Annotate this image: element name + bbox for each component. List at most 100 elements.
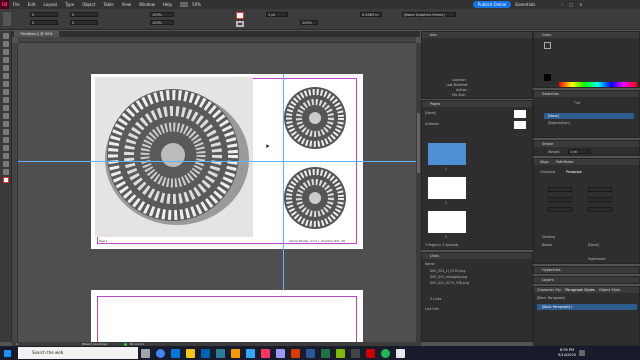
y-field[interactable]: 0 [30, 20, 58, 25]
app-icon[interactable] [336, 348, 345, 358]
rectangle-tool-icon[interactable] [3, 113, 9, 119]
store-icon[interactable] [216, 348, 225, 358]
link-item-3[interactable]: DSC_001_0270_338.png [430, 281, 469, 285]
color-ramp[interactable] [559, 82, 637, 87]
height-field[interactable]: 0 [70, 20, 98, 25]
swatches-panel-title[interactable]: Swatches [534, 91, 639, 97]
notifications-icon[interactable] [578, 350, 585, 356]
basket-photo-large[interactable] [95, 77, 253, 237]
a-master-thumb[interactable] [514, 121, 526, 129]
width-field[interactable]: 0 [70, 12, 98, 17]
none-master[interactable]: [None] [425, 111, 436, 115]
paragraph-tab[interactable]: Paragraph [566, 170, 582, 174]
selection-tool-icon[interactable] [3, 33, 9, 39]
app-icon[interactable] [396, 348, 405, 358]
note-tool-icon[interactable] [3, 145, 9, 151]
type-tool-icon[interactable] [3, 73, 9, 79]
gap-tool-icon[interactable] [3, 57, 9, 63]
space-before-field[interactable] [548, 207, 572, 212]
rotate-field[interactable]: 0.4583 in [360, 12, 382, 17]
powerpoint-icon[interactable] [291, 348, 300, 358]
eyedropper-tool-icon[interactable] [3, 153, 9, 159]
border-label[interactable]: Border [542, 243, 553, 247]
premiere-icon[interactable] [276, 348, 285, 358]
links-panel-title[interactable]: Links [422, 253, 532, 259]
file-explorer-icon[interactable] [186, 348, 195, 358]
align-tab[interactable]: Align [540, 160, 549, 164]
swatch-dropdown[interactable]: [None] [588, 243, 599, 247]
excel-icon[interactable] [321, 348, 330, 358]
object-styles-tab[interactable]: Object Style [599, 288, 620, 292]
spotify-icon[interactable] [381, 348, 390, 358]
illustrator-icon[interactable] [231, 348, 240, 358]
basket-photo-bottom[interactable] [283, 166, 347, 230]
links-name-column[interactable]: Name [425, 262, 434, 266]
hand-tool-icon[interactable] [3, 161, 9, 167]
content-collector-icon[interactable] [3, 65, 9, 71]
pathfinder-tab[interactable]: Pathfinder [556, 160, 574, 164]
last-line-indent-field[interactable] [588, 197, 612, 202]
layers-panel-title[interactable]: Layers [534, 277, 639, 283]
menu-view[interactable]: View [118, 2, 136, 7]
menu-table[interactable]: Table [99, 2, 117, 7]
zoom-level[interactable]: 50% [188, 2, 205, 7]
page-tool-icon[interactable] [3, 49, 9, 55]
indesign-taskbar-icon[interactable] [261, 348, 270, 358]
fill-box-icon[interactable] [544, 42, 551, 49]
basket-photo-top[interactable] [283, 86, 347, 150]
minimize-icon[interactable]: – [561, 2, 563, 7]
page-1-thumb[interactable] [428, 143, 466, 165]
scroll-thumb[interactable] [417, 113, 420, 173]
paragraph-styles-tab[interactable]: Paragraph Styles [565, 288, 595, 292]
menu-layout[interactable]: Layout [39, 2, 61, 7]
link-item-2[interactable]: DSC_001_enlarged.png [430, 275, 467, 279]
shading-label[interactable]: Shading [542, 235, 555, 239]
pen-tool-icon[interactable] [3, 89, 9, 95]
stroke-panel-title[interactable]: Stroke [534, 141, 639, 147]
pencil-tool-icon[interactable] [3, 97, 9, 103]
menu-object[interactable]: Object [78, 2, 99, 7]
direct-selection-tool-icon[interactable] [3, 41, 9, 47]
space-after-field[interactable] [588, 207, 612, 212]
zoom-tool-icon[interactable] [3, 169, 9, 175]
character-styles-tab[interactable]: Character Sty [537, 288, 561, 292]
stroke-weight-input[interactable]: 1 pt [568, 149, 590, 154]
scale-y-field[interactable]: 100% [150, 20, 174, 25]
spread-page-2[interactable] [91, 290, 363, 356]
free-transform-tool-icon[interactable] [3, 129, 9, 135]
close-icon[interactable]: ✕ [579, 2, 582, 7]
link-item-1[interactable]: DSC_001_cl_0170.png [430, 269, 465, 273]
hyphenate-checkbox[interactable]: Hyphenate [588, 257, 605, 261]
app-icon[interactable] [366, 348, 375, 358]
swatch-registration-label[interactable]: [Registration] [548, 121, 570, 125]
right-indent-field[interactable] [588, 187, 612, 192]
black-swatch[interactable] [544, 74, 551, 81]
workspace-switcher[interactable]: Essentials [511, 2, 539, 7]
photoshop-icon[interactable] [246, 348, 255, 358]
hyperlinks-panel-title[interactable]: Hyperlinks [534, 267, 639, 273]
scissors-tool-icon[interactable] [3, 121, 9, 127]
windows-start-icon[interactable] [4, 349, 11, 357]
opacity-field[interactable]: 100% [300, 20, 318, 25]
word-icon[interactable] [306, 348, 315, 358]
page-2-thumb[interactable] [428, 177, 466, 199]
menu-help[interactable]: Help [159, 2, 176, 7]
left-indent-field[interactable] [548, 187, 572, 192]
gradient-tool-icon[interactable] [3, 137, 9, 143]
mail-icon[interactable] [201, 348, 210, 358]
fill-stroke-icon[interactable] [3, 177, 9, 183]
scale-x-field[interactable]: 100% [150, 12, 174, 17]
menu-file[interactable]: File [9, 2, 24, 7]
menu-type[interactable]: Type [61, 2, 78, 7]
edge-icon[interactable] [171, 348, 180, 358]
pages-panel-title[interactable]: Pages [422, 101, 532, 107]
a-master[interactable]: A-Master [425, 122, 439, 126]
rectangle-frame-tool-icon[interactable] [3, 105, 9, 111]
stroke-weight-field[interactable]: 1 pt [266, 12, 288, 17]
object-style-field[interactable]: [Basic Graphics Frame] [402, 12, 456, 17]
app-icon[interactable] [351, 348, 360, 358]
maximize-icon[interactable]: □ [569, 2, 573, 7]
publish-online-button[interactable]: Publish Online [472, 1, 512, 8]
taskbar-search-box[interactable]: Search the web [18, 347, 138, 359]
menu-window[interactable]: Window [135, 2, 159, 7]
